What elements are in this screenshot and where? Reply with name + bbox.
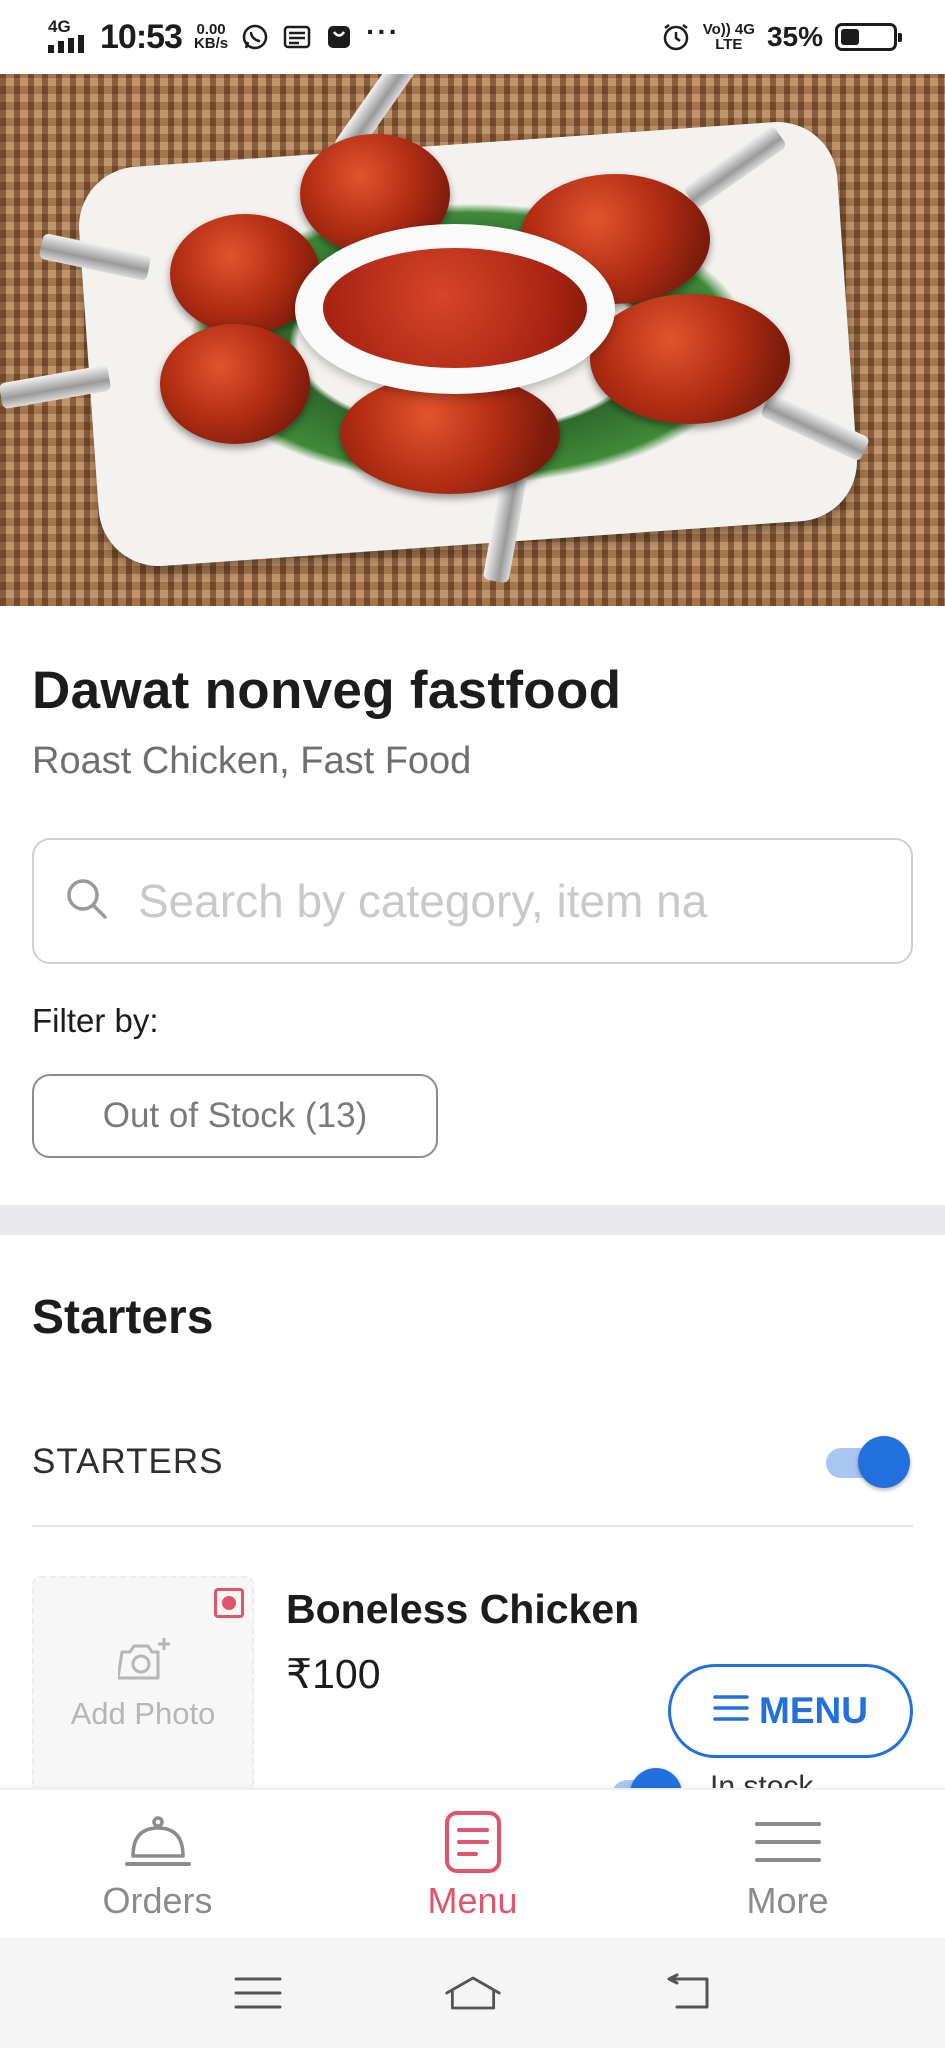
battery-level	[841, 29, 859, 45]
clock: 10:53	[100, 17, 183, 56]
restaurant-name: Dawat nonveg fastfood	[32, 661, 622, 720]
out-of-stock-filter-chip[interactable]: Out of Stock (13)	[32, 1074, 438, 1158]
speed-unit: KB/s	[193, 35, 229, 52]
add-photo-label: Add Photo	[70, 1696, 216, 1731]
restaurant-cuisines: Roast Chicken, Fast Food	[32, 740, 472, 782]
list-icon	[713, 1690, 749, 1732]
volte-line-2: LTE	[715, 36, 743, 53]
volte-line-1: Vo)) 4G	[702, 21, 755, 38]
nav-item-more[interactable]: More	[630, 1790, 945, 1938]
chicken-lollipop	[590, 294, 790, 424]
non-veg-mark-icon	[214, 1588, 244, 1618]
hamburger-icon	[754, 1808, 821, 1876]
menu-floating-button[interactable]: MENU	[668, 1664, 913, 1758]
nav-label-menu: Menu	[427, 1880, 518, 1921]
signal-bars-icon	[48, 35, 84, 53]
divider	[32, 1525, 913, 1527]
toggle-knob	[858, 1436, 910, 1488]
bell-icon	[124, 1808, 191, 1876]
status-bar-left: 4G 10:53 0.00 KB/s ···	[48, 16, 401, 57]
search-input[interactable]	[138, 874, 898, 928]
system-navigation-bar	[0, 1938, 945, 2048]
recent-apps-icon[interactable]	[228, 1963, 288, 2023]
search-icon	[64, 876, 110, 927]
volte-indicator: Vo)) 4G LTE	[703, 22, 755, 52]
status-bar-right: Vo)) 4G LTE 35%	[661, 21, 902, 53]
more-notifications-indicator: ···	[366, 16, 401, 47]
whatsapp-icon	[240, 22, 270, 52]
home-icon[interactable]	[443, 1963, 503, 2023]
battery-icon	[835, 23, 902, 51]
shopping-bag-icon	[324, 22, 354, 52]
battery-percent: 35%	[766, 21, 823, 52]
section-divider	[0, 1205, 945, 1235]
nav-label-orders: Orders	[102, 1880, 213, 1921]
nav-label-more: More	[746, 1880, 829, 1921]
item-price: ₹100	[286, 1651, 381, 1697]
menu-floating-button-label: MENU	[759, 1690, 868, 1731]
search-bar[interactable]	[32, 838, 913, 964]
filter-label: Filter by:	[32, 1002, 159, 1039]
subcategory-name: STARTERS	[32, 1442, 224, 1481]
nav-item-orders[interactable]: Orders	[0, 1790, 315, 1938]
menu-section-title: Starters	[32, 1291, 214, 1344]
item-name: Boneless Chicken	[286, 1586, 640, 1632]
nav-item-menu[interactable]: Menu	[315, 1790, 630, 1938]
menu-document-icon	[444, 1808, 502, 1876]
sauce-bowl	[295, 224, 615, 394]
add-camera-icon	[116, 1636, 172, 1689]
restaurant-cover-image	[0, 74, 945, 606]
add-photo-box[interactable]: Add Photo	[32, 1576, 254, 1806]
message-icon	[282, 22, 312, 52]
signal-indicator: 4G	[48, 18, 88, 56]
network-speed: 0.00 KB/s	[193, 22, 229, 52]
subcategory-toggle[interactable]	[826, 1436, 910, 1488]
alarm-icon	[661, 22, 691, 52]
back-icon[interactable]	[658, 1963, 718, 2023]
sauce	[323, 248, 587, 368]
chicken-lollipop	[160, 324, 310, 444]
network-type: 4G	[48, 17, 71, 36]
status-bar: 4G 10:53 0.00 KB/s ··· Vo)) 4G LTE 35%	[0, 0, 945, 74]
bottom-navigation: Orders Menu More	[0, 1788, 945, 1938]
